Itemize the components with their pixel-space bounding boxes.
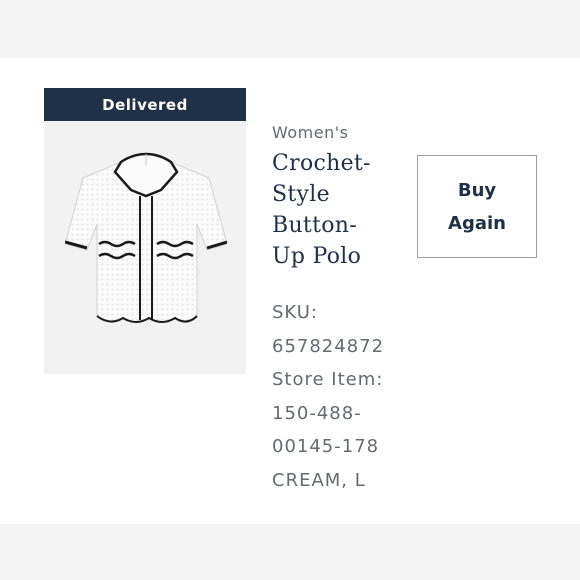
product-name-line: Button-: [272, 213, 357, 238]
product-name-line: Style: [272, 182, 330, 207]
product-brand: Women's: [272, 123, 349, 142]
crochet-polo-shirt-image: [65, 152, 227, 323]
product-thumbnail[interactable]: Delivered: [44, 88, 246, 374]
order-item-card: Delivered Women's Crochet- Style Button-…: [0, 58, 580, 524]
buy-again-label-line: Buy: [457, 179, 497, 201]
product-name-line: Up Polo: [272, 244, 362, 269]
sku-label: SKU:: [272, 302, 318, 323]
product-variant: CREAM, L: [272, 469, 366, 491]
store-item-value: 150-488-: [272, 402, 362, 424]
delivered-status-badge: Delivered: [44, 88, 246, 121]
store-item-label: Store Item:: [272, 369, 384, 390]
buy-again-button[interactable]: Buy Again: [417, 155, 537, 258]
sku-value: 657824872: [272, 335, 385, 357]
store-item-value: 00145-178: [272, 436, 380, 457]
product-name-line: Crochet-: [272, 151, 371, 176]
product-name[interactable]: Crochet- Style Button- Up Polo: [272, 148, 402, 272]
product-details: SKU: 657824872 Store Item: 150-488- 0014…: [272, 296, 384, 497]
buy-again-label-line: Again: [448, 212, 506, 234]
